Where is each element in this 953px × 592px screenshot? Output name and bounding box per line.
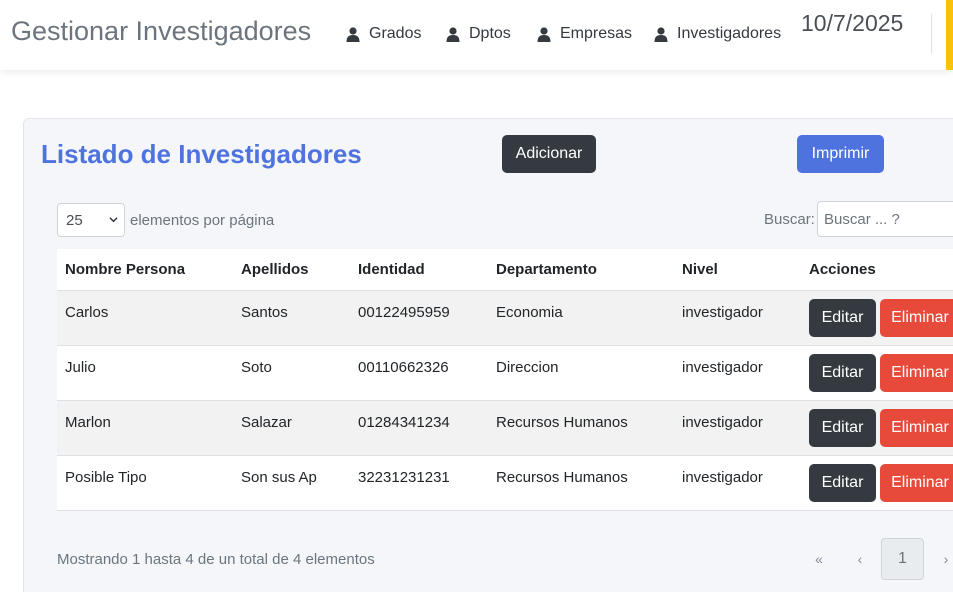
delete-button[interactable]: Eliminar [880, 463, 953, 502]
pagination-first[interactable]: « [804, 538, 834, 580]
edit-button[interactable]: Editar [809, 463, 876, 502]
pagination-current[interactable]: 1 [881, 538, 924, 580]
nav-item-label: Grados [369, 25, 422, 42]
user-icon [346, 26, 360, 42]
page-title: Listado de Investigadores [41, 139, 362, 169]
search-label: Buscar: [764, 211, 815, 228]
column-header-apellidos[interactable]: Apellidos [233, 249, 350, 291]
cell-departamento: Recursos Humanos [488, 400, 674, 456]
investigators-card: Listado de Investigadores Adicionar Impr… [23, 118, 953, 592]
pagination-next[interactable]: › [936, 538, 953, 580]
cell-departamento: Recursos Humanos [488, 455, 674, 511]
nav-accent-stripe [946, 0, 953, 70]
cell-apellidos: Son sus Ap [233, 455, 350, 511]
table-row: Carlos Santos 00122495959 Economia inves… [57, 290, 953, 346]
table-info: Mostrando 1 hasta 4 de un total de 4 ele… [57, 551, 375, 568]
edit-button[interactable]: Editar [809, 298, 876, 337]
cell-acciones: Editar Eliminar [801, 455, 953, 511]
investigators-table: Nombre Persona Apellidos Identidad Depar… [57, 249, 953, 511]
column-header-identidad[interactable]: Identidad [350, 249, 488, 291]
column-header-nivel[interactable]: Nivel [674, 249, 801, 291]
cell-nivel: investigador [674, 455, 801, 511]
cell-nombre: Posible Tipo [57, 455, 233, 511]
table-row: Marlon Salazar 01284341234 Recursos Huma… [57, 400, 953, 456]
edit-button[interactable]: Editar [809, 353, 876, 392]
page-length-value: 25 [66, 211, 83, 229]
cell-identidad: 00122495959 [350, 290, 488, 346]
app-brand[interactable]: Gestionar Investigadores [11, 16, 311, 47]
column-header-departamento[interactable]: Departamento [488, 249, 674, 291]
cell-identidad: 00110662326 [350, 345, 488, 401]
current-date: 10/7/2025 [801, 10, 904, 36]
table-row: Julio Soto 00110662326 Direccion investi… [57, 345, 953, 401]
cell-departamento: Economia [488, 290, 674, 346]
column-header-nombre[interactable]: Nombre Persona [57, 249, 233, 291]
cell-identidad: 01284341234 [350, 400, 488, 456]
nav-item-label: Investigadores [677, 25, 782, 42]
table-row: Posible Tipo Son sus Ap 32231231231 Recu… [57, 455, 953, 511]
cell-nombre: Carlos [57, 290, 233, 346]
nav-divider [931, 14, 932, 54]
delete-button[interactable]: Eliminar [880, 353, 953, 392]
cell-nivel: investigador [674, 290, 801, 346]
cell-departamento: Direccion [488, 345, 674, 401]
page-length-select[interactable]: 25 [57, 203, 125, 237]
nav-item-label: Dptos [469, 25, 511, 42]
chevron-down-icon [109, 217, 118, 223]
user-icon [446, 26, 460, 42]
cell-nivel: investigador [674, 345, 801, 401]
search-input[interactable] [817, 201, 953, 237]
nav-item-dptos[interactable]: Dptos [446, 25, 511, 43]
cell-apellidos: Santos [233, 290, 350, 346]
page-length-label: elementos por página [130, 212, 275, 229]
cell-nivel: investigador [674, 400, 801, 456]
user-icon [654, 26, 668, 42]
cell-apellidos: Salazar [233, 400, 350, 456]
edit-button[interactable]: Editar [809, 408, 876, 447]
nav-item-label: Empresas [560, 25, 633, 42]
cell-nombre: Marlon [57, 400, 233, 456]
top-navbar: Gestionar Investigadores Grados Dptos Em… [0, 0, 953, 70]
add-button[interactable]: Adicionar [502, 135, 596, 173]
table-header-row: Nombre Persona Apellidos Identidad Depar… [57, 249, 953, 291]
cell-acciones: Editar Eliminar [801, 290, 953, 346]
column-header-acciones: Acciones [801, 249, 953, 291]
cell-apellidos: Soto [233, 345, 350, 401]
nav-item-investigadores[interactable]: Investigadores [654, 25, 781, 43]
cell-identidad: 32231231231 [350, 455, 488, 511]
delete-button[interactable]: Eliminar [880, 408, 953, 447]
print-button[interactable]: Imprimir [797, 135, 884, 173]
delete-button[interactable]: Eliminar [880, 298, 953, 337]
pagination-prev[interactable]: ‹ [847, 538, 873, 580]
cell-acciones: Editar Eliminar [801, 400, 953, 456]
user-icon [537, 26, 551, 42]
nav-item-empresas[interactable]: Empresas [537, 25, 632, 43]
nav-item-grados[interactable]: Grados [346, 25, 421, 43]
cell-acciones: Editar Eliminar [801, 345, 953, 401]
cell-nombre: Julio [57, 345, 233, 401]
